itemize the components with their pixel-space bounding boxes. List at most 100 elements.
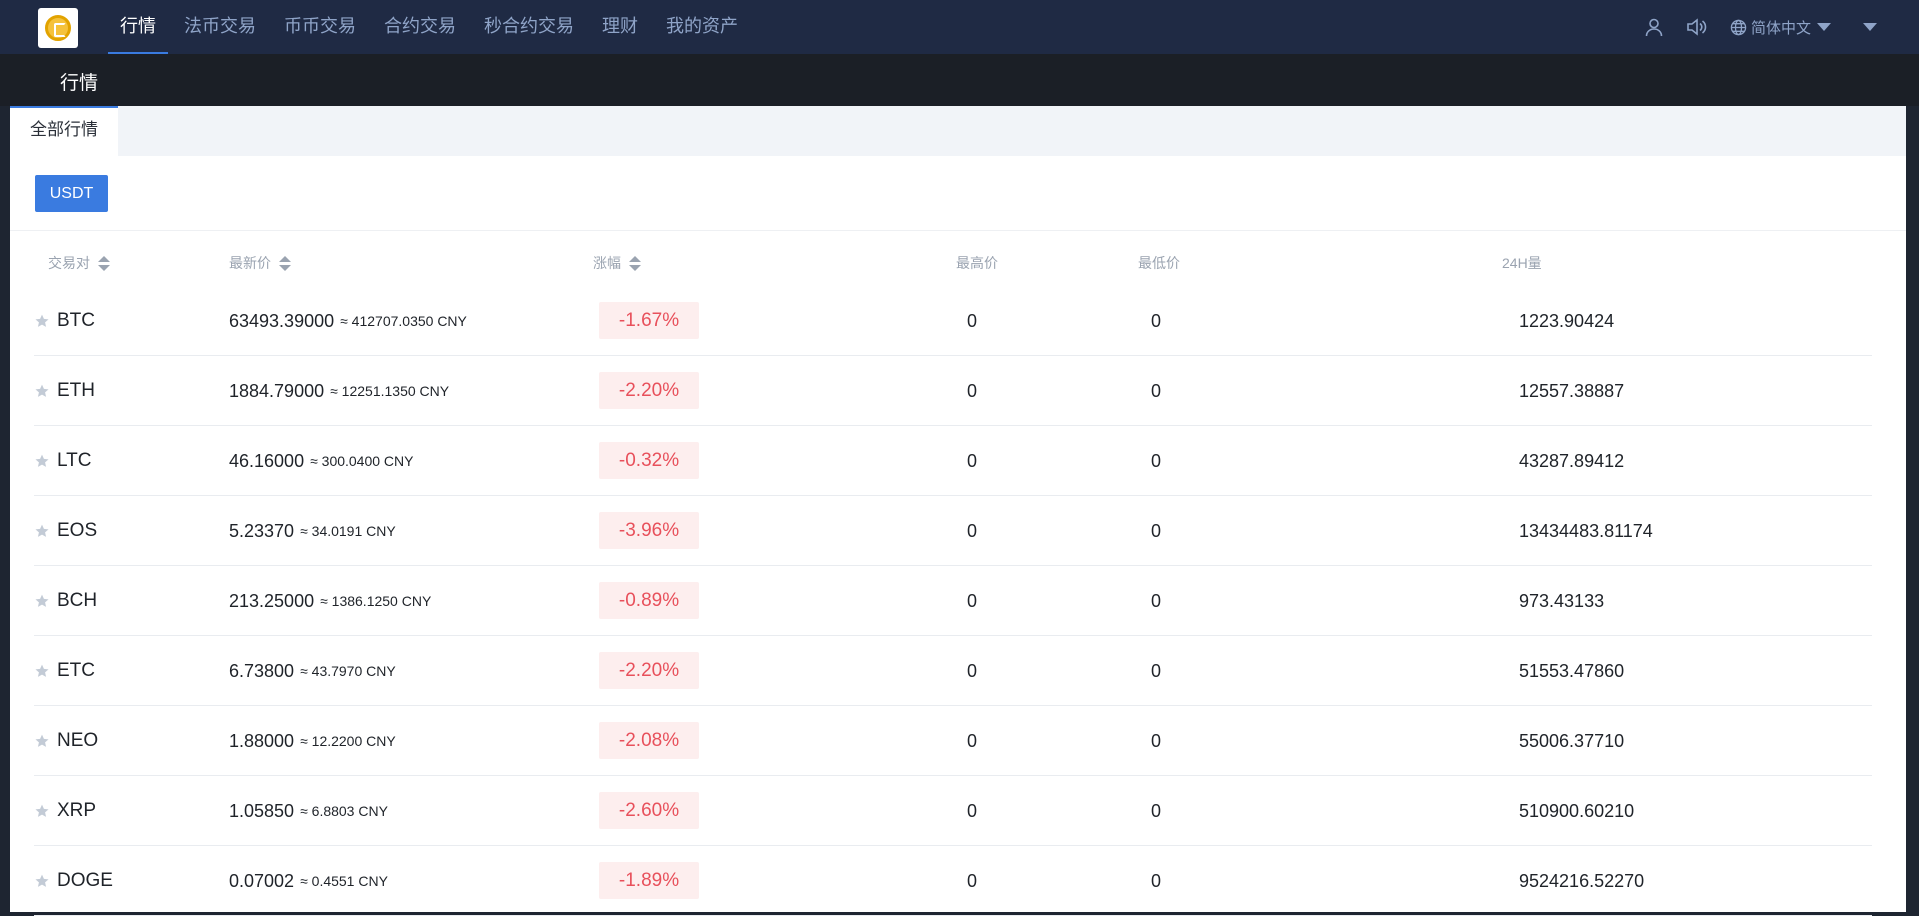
low-price: 0 [1151, 590, 1162, 611]
table-row[interactable]: NEO 1.88000 ≈ 12.2200 CNY -2.08% 0 0 55006.377… [34, 706, 1872, 776]
table-row[interactable]: DOGE 0.07002 ≈ 0.4551 CNY -1.89% 0 0 9524216.5… [34, 846, 1872, 916]
favorite-star-icon[interactable] [34, 383, 50, 399]
price-cell: 0.07002 ≈ 0.4551 CNY [229, 846, 388, 916]
caret-down-icon [1817, 23, 1831, 31]
brand-logo[interactable] [38, 8, 78, 48]
divider [10, 230, 1906, 231]
sort-icon [98, 255, 110, 271]
latest-price: 1.88000 [229, 730, 295, 751]
table-row[interactable]: EOS 5.23370 ≈ 34.0191 CNY -3.96% 0 0 13434483.… [34, 496, 1872, 566]
page-gutter [1906, 126, 1919, 912]
pair-name: ETC [57, 660, 95, 681]
cny-equivalent: ≈ 43.7970 CNY [300, 663, 396, 679]
pair-name: BCH [57, 590, 98, 611]
favorite-star-icon[interactable] [34, 593, 50, 609]
favorite-star-icon[interactable] [34, 733, 50, 749]
high-price: 0 [967, 310, 978, 331]
nav-item-finance[interactable]: 理财 [590, 0, 650, 54]
nav-item-fiat-trade[interactable]: 法币交易 [172, 0, 268, 54]
favorite-star-icon[interactable] [34, 803, 50, 819]
pair-cell: BCH [34, 566, 97, 636]
high-price: 0 [967, 870, 978, 891]
globe-icon [1730, 19, 1747, 35]
header-tools: 简体中文 [1644, 0, 1919, 54]
column-header-volume: 24H量 [1502, 255, 1542, 271]
change-badge: -0.89% [599, 582, 699, 619]
table-row[interactable]: LTC 46.16000 ≈ 300.0400 CNY -0.32% 0 0 43287.8… [34, 426, 1872, 496]
nav-item-contract-trade[interactable]: 合约交易 [372, 0, 468, 54]
column-header-high: 最高价 [956, 255, 998, 271]
pair-cell: NEO [34, 706, 98, 776]
change-badge: -2.08% [599, 722, 699, 759]
price-cell: 5.23370 ≈ 34.0191 CNY [229, 496, 396, 566]
price-cell: 46.16000 ≈ 300.0400 CNY [229, 426, 414, 496]
volume-24h: 510900.60210 [1519, 800, 1635, 821]
column-header-latest-price[interactable]: 最新价 [229, 253, 291, 273]
change-badge: -2.20% [599, 652, 699, 689]
latest-price: 63493.39000 [229, 310, 335, 331]
volume-24h: 12557.38887 [1519, 380, 1625, 401]
high-price: 0 [967, 660, 978, 681]
volume-24h: 9524216.52270 [1519, 870, 1645, 891]
market-tabs: 全部行情 [10, 106, 1906, 156]
column-header-label: 交易对 [48, 255, 90, 271]
nav-item-my-assets[interactable]: 我的资产 [654, 0, 750, 54]
sort-icon [279, 255, 291, 271]
favorite-star-icon[interactable] [34, 453, 50, 469]
volume-24h: 43287.89412 [1519, 450, 1625, 471]
chevron-down-icon[interactable] [1863, 23, 1877, 31]
table-row[interactable]: ETC 6.73800 ≈ 43.7970 CNY -2.20% 0 0 51553.478… [34, 636, 1872, 706]
high-price: 0 [967, 380, 978, 401]
nav-item-spot-trade[interactable]: 币币交易 [272, 0, 368, 54]
latest-price: 6.73800 [229, 660, 295, 681]
price-cell: 1884.79000 ≈ 12251.1350 CNY [229, 356, 449, 426]
column-header-label: 涨幅 [593, 255, 621, 271]
cny-equivalent: ≈ 1386.1250 CNY [320, 593, 432, 609]
pair-cell: DOGE [34, 846, 113, 916]
favorite-star-icon[interactable] [34, 873, 50, 889]
table-row[interactable]: BTC 63493.39000 ≈ 412707.0350 CNY -1.67% 0 0 1… [34, 286, 1872, 356]
table-row[interactable]: ETH 1884.79000 ≈ 12251.1350 CNY -2.20% 0 0 125… [34, 356, 1872, 426]
table-row[interactable]: XRP 1.05850 ≈ 6.8803 CNY -2.60% 0 0 510900.602… [34, 776, 1872, 846]
table-header: 交易对 最新价 涨幅 最高价 最低价 24H量 [10, 243, 1906, 279]
price-cell: 1.05850 ≈ 6.8803 CNY [229, 776, 388, 846]
price-cell: 6.73800 ≈ 43.7970 CNY [229, 636, 396, 706]
pair-name: XRP [57, 800, 97, 821]
favorite-star-icon[interactable] [34, 523, 50, 539]
latest-price: 1884.79000 [229, 380, 325, 401]
logo-icon [45, 15, 71, 41]
nav-item-market[interactable]: 行情 [108, 0, 168, 54]
high-price: 0 [967, 590, 978, 611]
latest-price: 5.23370 [229, 520, 295, 541]
user-icon[interactable] [1644, 17, 1664, 37]
column-header-pair[interactable]: 交易对 [48, 253, 110, 273]
market-table-body: BTC 63493.39000 ≈ 412707.0350 CNY -1.67% 0 0 1… [34, 286, 1872, 916]
pair-name: DOGE [57, 870, 113, 891]
volume-24h: 1223.90424 [1519, 310, 1615, 331]
high-price: 0 [967, 800, 978, 821]
price-cell: 1.88000 ≈ 12.2200 CNY [229, 706, 396, 776]
cny-equivalent: ≈ 6.8803 CNY [300, 803, 388, 819]
change-badge: -0.32% [599, 442, 699, 479]
sort-icon [629, 255, 641, 271]
pair-name: BTC [57, 310, 95, 331]
column-header-label: 最新价 [229, 255, 271, 271]
speaker-icon[interactable] [1686, 17, 1708, 37]
column-header-change[interactable]: 涨幅 [593, 253, 641, 273]
usdt-filter-button[interactable]: USDT [35, 175, 108, 212]
volume-24h: 973.43133 [1519, 590, 1605, 611]
high-price: 0 [967, 450, 978, 471]
language-selector[interactable]: 简体中文 [1730, 17, 1831, 38]
volume-24h: 51553.47860 [1519, 660, 1625, 681]
tab-all-market[interactable]: 全部行情 [10, 106, 118, 156]
favorite-star-icon[interactable] [34, 313, 50, 329]
latest-price: 0.07002 [229, 870, 295, 891]
change-badge: -1.67% [599, 302, 699, 339]
pair-cell: ETC [34, 636, 95, 706]
favorite-star-icon[interactable] [34, 663, 50, 679]
nav-item-second-contract[interactable]: 秒合约交易 [472, 0, 586, 54]
top-navigation-bar: 行情 法币交易 币币交易 合约交易 秒合约交易 理财 我的资产 简体中文 [0, 0, 1919, 54]
high-price: 0 [967, 520, 978, 541]
pair-cell: LTC [34, 426, 91, 496]
table-row[interactable]: BCH 213.25000 ≈ 1386.1250 CNY -0.89% 0 0 973.4… [34, 566, 1872, 636]
